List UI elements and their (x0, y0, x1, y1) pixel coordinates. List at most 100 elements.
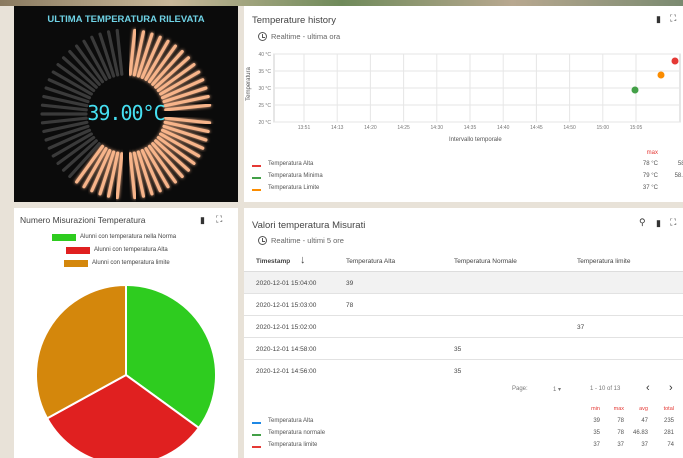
history-xlabel: Intervallo temporale (449, 137, 502, 143)
col-timestamp[interactable]: Timestamp (256, 258, 290, 265)
x-tick-label: 14:50 (563, 125, 576, 131)
table-row[interactable]: 2020-12-01 15:02:00 37 (244, 316, 683, 338)
history-title: Temperature history (252, 15, 336, 26)
legend-total: 235 (663, 418, 674, 424)
history-subtitle-text: Realtime - ultima ora (271, 32, 341, 41)
x-tick-label: 13:51 (298, 125, 311, 131)
x-tick-label: 14:45 (530, 125, 543, 131)
search-icon[interactable]: ⚲ (639, 217, 646, 228)
page-range: 1 - 10 of 13 (590, 386, 621, 392)
sort-arrow-icon[interactable]: ↓ (300, 254, 306, 266)
cell-timestamp: 2020-12-01 14:58:00 (256, 346, 317, 353)
legend-label: Temperatura Alta (268, 161, 314, 167)
x-tick-label: 15:05 (630, 125, 643, 131)
gauge-tick (115, 28, 124, 76)
legend-max: 78 (617, 430, 624, 436)
table-row[interactable]: 2020-12-01 15:03:00 78 (244, 294, 683, 316)
table-stat-header: total (663, 406, 674, 412)
legend-swatch (252, 434, 261, 436)
y-tick-label: 40 °C (258, 52, 271, 58)
legend-label: Temperatura normale (268, 430, 326, 436)
cell-temp-alta: 39 (346, 280, 354, 287)
legend-avg: 37 (641, 442, 648, 448)
legend-max: 78 °C (642, 161, 658, 167)
legend-min: 35 (593, 430, 600, 436)
col-temp-alta[interactable]: Temperatura Alta (346, 258, 395, 265)
legend-min: 39 (593, 418, 600, 424)
x-tick-label: 14:35 (464, 125, 477, 131)
prev-page-button[interactable]: ‹ (646, 382, 650, 394)
y-tick-label: 20 °C (258, 120, 271, 126)
table-subtitle-text: Realtime - ultimi 5 ore (271, 236, 344, 245)
table-subtitle: Realtime - ultimi 5 ore (258, 236, 344, 245)
table-panel: Valori temperatura Misurati ⚲ ▮ ⛶ Realti… (244, 208, 683, 458)
history-stat-header: avg (664, 150, 683, 156)
legend-swatch (252, 165, 261, 167)
pie-chart (35, 283, 217, 458)
table-body: 2020-12-01 15:04:00 39 2020-12-01 15:03:00… (244, 272, 683, 378)
table-header: Timestamp ↓ Temperatura Alta Temperatura… (244, 250, 683, 272)
legend-label: Temperatura Limite (268, 185, 320, 191)
page-select-value: 1 (553, 387, 557, 393)
legend-max: 37 °C (642, 185, 658, 191)
legend-avg: 47 (641, 418, 648, 424)
history-legend-row: Temperatura Alta 78 °C 58.5 °C (252, 161, 683, 171)
x-tick-label: 14:20 (364, 125, 377, 131)
legend-max: 79 °C (642, 173, 658, 179)
next-page-button[interactable]: › (669, 382, 673, 394)
page-select[interactable]: 1 ▾ (553, 386, 561, 393)
data-point (657, 71, 665, 79)
data-point (631, 86, 639, 94)
legend-swatch (252, 177, 261, 179)
fullscreen-icon[interactable]: ⛶ (670, 217, 676, 228)
fullscreen-icon[interactable]: ⛶ (670, 13, 676, 24)
col-temp-limite[interactable]: Temperatura limite (577, 258, 630, 265)
x-tick-label: 15:00 (597, 125, 610, 131)
legend-avg: 46.83 (632, 430, 648, 436)
table-legend-row: Temperatura normale 35 78 46.83 281 (252, 430, 682, 440)
export-icon[interactable]: ▮ (656, 218, 661, 229)
y-tick-label: 35 °C (258, 69, 271, 75)
cell-temp-normale: 35 (454, 346, 462, 353)
cell-timestamp: 2020-12-01 15:02:00 (256, 324, 317, 331)
col-temp-normale[interactable]: Temperatura Normale (454, 258, 517, 265)
history-panel: Temperature history ▮ ⛶ Realtime - ultim… (244, 6, 683, 202)
gauge-tick (128, 152, 137, 200)
cell-timestamp: 2020-12-01 15:03:00 (256, 302, 317, 309)
y-tick-label: 30 °C (258, 86, 271, 92)
table-legend-row: Temperatura limite 37 37 37 74 (252, 442, 682, 452)
history-legend-row: Temperatura Minima 79 °C 58.33 °C (252, 173, 683, 183)
data-point (671, 57, 679, 65)
history-legend-row: Temperatura Limite 37 °C 37 °C (252, 185, 683, 195)
cell-temp-alta: 78 (346, 302, 354, 309)
legend-label: Temperatura Alta (268, 418, 314, 424)
table-legend-row: Temperatura Alta 39 78 47 235 (252, 418, 682, 428)
legend-total: 281 (663, 430, 674, 436)
gauge-value: 39.00°C (87, 101, 165, 125)
legend-swatch (252, 422, 261, 424)
gauge-tick (115, 152, 124, 200)
cell-timestamp: 2020-12-01 15:04:00 (256, 280, 317, 287)
table-row[interactable]: 2020-12-01 14:58:00 35 (244, 338, 683, 360)
export-icon[interactable]: ▮ (656, 14, 661, 25)
legend-max: 37 (617, 442, 624, 448)
table-row[interactable]: 2020-12-01 15:04:00 39 (244, 272, 683, 294)
legend-avg: 58.33 °C (674, 173, 683, 179)
table-row[interactable]: 2020-12-01 14:56:00 35 (244, 360, 683, 378)
pagination: Page: 1 ▾ 1 - 10 of 13 ‹ › (244, 382, 683, 398)
table-stat-header: avg (639, 406, 648, 412)
legend-label: Temperatura limite (268, 442, 318, 448)
legend-avg: 37 °C (664, 185, 683, 191)
clock-icon (258, 236, 267, 245)
legend-swatch (252, 189, 261, 191)
page-label: Page: (512, 386, 528, 392)
x-tick-label: 14:30 (431, 125, 444, 131)
pie-panel: Numero Misurazioni Temperatura ▮ ⛶ Alunn… (14, 208, 238, 458)
legend-max: 78 (617, 418, 624, 424)
clock-icon (258, 32, 267, 41)
cell-timestamp: 2020-12-01 14:56:00 (256, 368, 317, 375)
table-title: Valori temperatura Misurati (252, 220, 366, 231)
gauge-panel: ULTIMA TEMPERATURA RILEVATA 39.00°C (14, 6, 238, 202)
x-tick-label: 14:40 (497, 125, 510, 131)
y-tick-label: 25 °C (258, 103, 271, 109)
